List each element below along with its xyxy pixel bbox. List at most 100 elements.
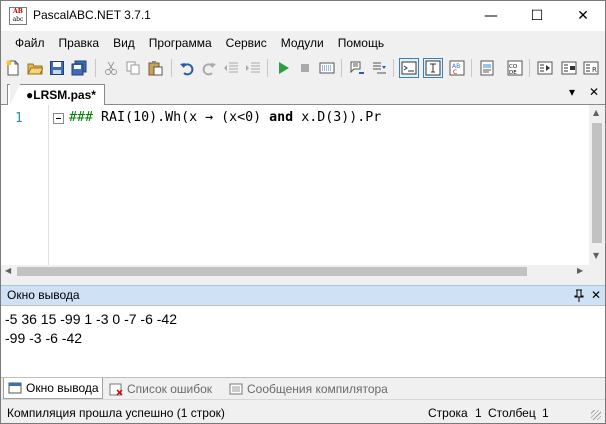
indent-icon (246, 62, 260, 73)
editor-vertical-thumb[interactable] (592, 123, 602, 243)
step-template-2-button[interactable] (559, 58, 579, 78)
copy-icon (126, 61, 140, 75)
menu-help[interactable]: Помощь (331, 34, 391, 52)
unindent-icon (224, 62, 238, 73)
editor-vertical-scrollbar[interactable]: ▲ ▼ (589, 105, 605, 265)
tab-close-icon[interactable]: ✕ (589, 85, 599, 99)
main-window: AB abc PascalABC.NET 3.7.1 — ☐ ✕ Файл Пр… (0, 0, 606, 424)
stop-icon (301, 64, 309, 72)
indent-button[interactable] (243, 58, 263, 78)
copy-button[interactable] (123, 58, 143, 78)
maximize-button[interactable]: ☐ (515, 1, 559, 31)
abc-toggle-button[interactable]: AB C (447, 58, 467, 78)
row-value: 1 (475, 406, 482, 420)
close-icon: ✕ (577, 8, 589, 24)
step-template-1-button[interactable] (535, 58, 555, 78)
error-list-icon (109, 383, 123, 396)
row-label: Строка (428, 406, 468, 420)
menu-program[interactable]: Программа (142, 34, 219, 52)
output-panel-title: Окно вывода (7, 288, 80, 302)
text-toggle-button[interactable] (423, 58, 443, 78)
tab-output-window[interactable]: Окно вывода (3, 378, 103, 399)
run-icon (279, 62, 289, 74)
abc-toggle-icon: ABC (449, 60, 465, 76)
form-designer-button[interactable] (477, 58, 497, 78)
form-designer-icon (480, 60, 494, 76)
code-button[interactable]: CO DE (505, 58, 525, 78)
output-panel-header: Окно вывода ✕ (1, 285, 605, 305)
fold-toggle-icon[interactable] (53, 113, 64, 124)
scroll-left-icon[interactable]: ◀ (5, 266, 11, 275)
scroll-up-icon[interactable]: ▲ (593, 108, 599, 117)
output-line: -5 36 15 -99 1 -3 0 -7 -6 -42 (5, 311, 177, 327)
tab-lrsm-pas[interactable]: ●LRSM.pas* (7, 84, 105, 105)
close-window-button[interactable]: ✕ (561, 1, 605, 31)
paste-button[interactable] (145, 58, 165, 78)
save-all-icon (71, 60, 87, 76)
tab-error-list[interactable]: Список ошибок (105, 378, 223, 399)
save-button[interactable] (47, 58, 67, 78)
step-into-button[interactable] (369, 58, 389, 78)
menu-file[interactable]: Файл (8, 34, 52, 52)
unindent-button[interactable] (221, 58, 241, 78)
output-window-toggle-button[interactable] (399, 58, 419, 78)
svg-text:R: R (592, 66, 597, 74)
open-button[interactable] (25, 58, 45, 78)
scroll-down-icon[interactable]: ▼ (593, 251, 599, 260)
toolbar: AB C CO DE R (1, 55, 605, 81)
run-button[interactable] (273, 58, 293, 78)
status-message: Компиляция прошла успешно (1 строк) (7, 406, 225, 420)
code-keyword-and: and (269, 110, 294, 125)
minimize-button[interactable]: — (469, 1, 513, 31)
menu-edit[interactable]: Правка (52, 34, 107, 52)
tab-list-dropdown-icon[interactable]: ▾ (569, 85, 575, 99)
code-editor[interactable]: 1 ### RAI(10).Wh(x → (x<0) and x.D(3)).P… (1, 105, 605, 278)
new-file-button[interactable] (3, 58, 23, 78)
step-into-icon (373, 62, 386, 74)
window-title: PascalABC.NET 3.7.1 (33, 8, 151, 22)
menu-modules[interactable]: Модули (274, 34, 331, 52)
app-icon: AB abc (9, 7, 27, 25)
save-icon (50, 61, 64, 75)
maximize-icon: ☐ (530, 8, 544, 24)
undo-button[interactable] (177, 58, 197, 78)
cut-button[interactable] (101, 58, 121, 78)
resize-grip[interactable] (591, 410, 601, 420)
output-close-icon[interactable]: ✕ (591, 288, 601, 302)
title-bar[interactable]: AB abc PascalABC.NET 3.7.1 — ☐ ✕ (1, 1, 605, 31)
code-line[interactable]: ### RAI(10).Wh(x → (x<0) and x.D(3)).Pr (69, 110, 381, 125)
code-icon: CODE (507, 60, 523, 76)
editor-horizontal-thumb[interactable] (17, 267, 527, 276)
redo-icon (202, 63, 216, 76)
save-all-button[interactable] (69, 58, 89, 78)
status-bar: Компиляция прошла успешно (1 строк) Стро… (1, 399, 605, 423)
menu-bar: Файл Правка Вид Программа Сервис Модули … (1, 31, 605, 55)
pin-icon[interactable] (573, 289, 585, 303)
editor-horizontal-scrollbar[interactable]: ◀ ▶ (1, 265, 589, 278)
code-hash-token: ### (69, 110, 94, 125)
step-template-1-icon (537, 61, 553, 75)
line-number: 1 (15, 111, 23, 126)
new-file-icon (6, 60, 19, 76)
step-template-3-button[interactable]: R (581, 58, 601, 78)
step-over-button[interactable] (347, 58, 367, 78)
output-window-toggle-icon (401, 61, 417, 75)
open-folder-icon (27, 63, 43, 75)
editor-tab-strip: ●LRSM.pas* ▾ ✕ (1, 81, 605, 105)
stop-button[interactable] (295, 58, 315, 78)
svg-text:DE: DE (509, 70, 517, 76)
compiler-messages-icon (229, 383, 243, 394)
line-number-gutter: 1 (1, 105, 49, 265)
compile-icon (319, 62, 335, 74)
menu-view[interactable]: Вид (106, 34, 142, 52)
output-text-area[interactable]: -5 36 15 -99 1 -3 0 -7 -6 -42 -99 -3 -6 … (1, 305, 605, 377)
code-token-2: x.D(3)).Pr (293, 110, 382, 125)
step-template-2-icon (561, 61, 577, 75)
tab-compiler-messages[interactable]: Сообщения компилятора (225, 378, 395, 399)
redo-button[interactable] (199, 58, 219, 78)
scroll-right-icon[interactable]: ▶ (577, 266, 583, 275)
compile-button[interactable] (317, 58, 337, 78)
output-window-icon (8, 382, 22, 394)
svg-text:C: C (453, 69, 457, 76)
menu-service[interactable]: Сервис (219, 34, 274, 52)
